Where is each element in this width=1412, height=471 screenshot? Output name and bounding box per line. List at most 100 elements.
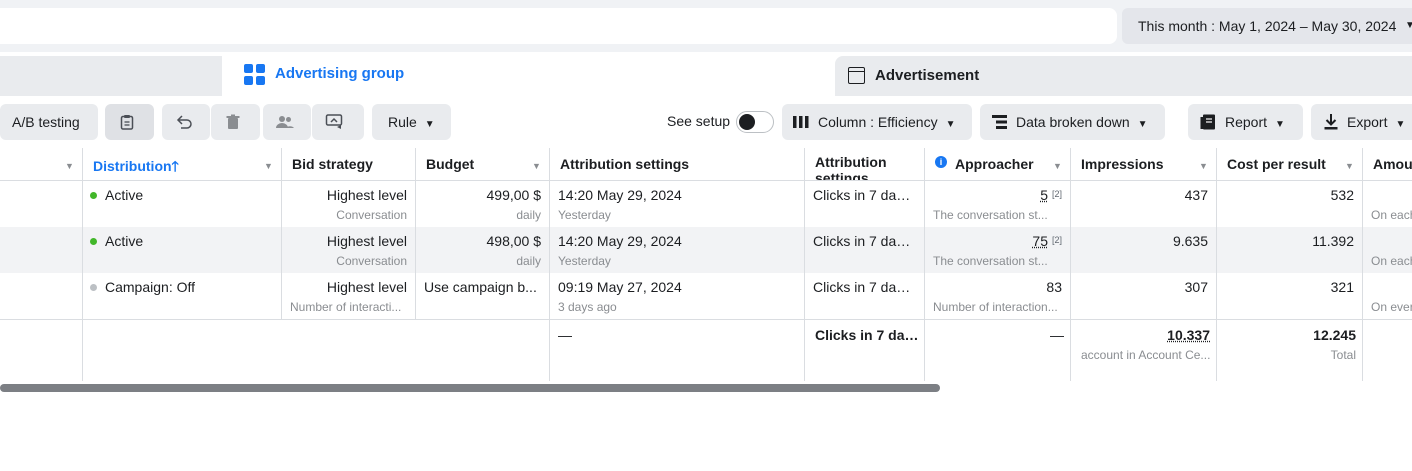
ab-testing-label: A/B testing	[12, 114, 80, 130]
sort-dropdown-icon: ▼	[1345, 161, 1354, 171]
column-header-amount[interactable]: Amour	[1363, 148, 1412, 181]
totals-impressions: 10.337	[1167, 327, 1210, 343]
budget-header-label: Budget	[426, 156, 475, 172]
attribution-2-cell: Clicks in 7 days...	[813, 187, 915, 203]
column-divider	[281, 148, 282, 319]
undo-button[interactable]	[162, 104, 210, 140]
caret-down-icon: ▼	[1275, 119, 1285, 130]
distribution-header-label: Distribution🡑	[93, 158, 179, 174]
column-divider	[415, 148, 416, 319]
sort-dropdown-icon: ▼	[1053, 161, 1062, 171]
clipboard-icon	[120, 104, 134, 144]
totals-attribution-2: Clicks in 7 day...	[815, 327, 919, 343]
approacher-cell: 83	[1046, 279, 1062, 295]
report-icon	[1200, 104, 1216, 144]
tab-label: Advertising group	[275, 65, 405, 82]
tab-advertisement[interactable]: Advertisement	[835, 56, 1412, 96]
report-button[interactable]: Report ▼	[1188, 104, 1303, 140]
caret-down-icon: ▼	[1137, 119, 1148, 130]
status-cell: Campaign: Off	[90, 279, 195, 295]
column-header-budget[interactable]: Budget ▼	[416, 148, 550, 181]
duplicate-button[interactable]	[105, 104, 154, 140]
attribution-cell: 14:20 May 29, 2024	[558, 233, 682, 249]
report-label: Report	[1225, 114, 1268, 130]
window-icon	[848, 67, 865, 84]
grid-icon	[244, 64, 266, 86]
date-range-button[interactable]: This month : May 1, 2024 – May 30, 2024 …	[1122, 8, 1412, 44]
column-header-name[interactable]: ▼	[0, 148, 83, 181]
totals-cost-sub: Total	[1330, 348, 1356, 362]
search-input[interactable]	[0, 8, 1117, 44]
totals-impressions-sub: account in Account Ce...	[1081, 348, 1211, 362]
amount-sub: On each	[1371, 208, 1412, 222]
attribution-2-cell: Clicks in 7 days...	[813, 279, 915, 295]
status-dot	[90, 238, 97, 245]
column-header-cost-per-result[interactable]: Cost per result ▼	[1217, 148, 1363, 181]
undo-icon	[175, 104, 193, 144]
see-setup-label: See setup	[667, 113, 731, 129]
budget-sub: daily	[516, 254, 541, 268]
top-bar: This month : May 1, 2024 – May 30, 2024 …	[0, 0, 1412, 52]
chevron-down-icon: ▼	[1405, 20, 1412, 31]
table-row[interactable]: Campaign: Off Highest level Number of in…	[0, 273, 1412, 319]
attribution-2-cell: Clicks in 7 days...	[813, 233, 915, 249]
sort-dropdown-icon: ▼	[65, 161, 74, 171]
rule-label: Rule	[388, 114, 417, 130]
totals-row: — Clicks in 7 day... — 10.337 account in…	[0, 320, 1412, 381]
column-header-attribution[interactable]: Attribution settings	[550, 148, 805, 181]
column-divider	[1216, 148, 1217, 381]
rule-button[interactable]: Rule ▼	[372, 104, 451, 140]
bid-strategy-cell: Highest level	[326, 187, 407, 203]
preview-button[interactable]	[312, 104, 364, 140]
column-divider	[82, 148, 83, 381]
see-setup-toggle[interactable]	[736, 111, 774, 133]
bid-strategy-sub: Conversation	[336, 254, 407, 268]
cost-per-result-cell: 532	[1330, 187, 1354, 203]
caret-down-icon: ▼	[945, 119, 956, 130]
status-dot	[90, 284, 97, 291]
column-header-approacher[interactable]: i Approacher ▼	[925, 148, 1071, 181]
cost-per-result-cell: 11.392	[1312, 233, 1354, 249]
bid-strategy-cell: Highest level	[326, 233, 407, 249]
column-divider	[1362, 148, 1363, 381]
tab-campaigns[interactable]	[0, 56, 222, 96]
people-icon	[275, 104, 295, 144]
column-divider	[804, 148, 805, 381]
toolbar: A/B testing Rule ▼ See setup Column : Eff…	[0, 98, 1412, 146]
attribution-cell: 14:20 May 29, 2024	[558, 187, 682, 203]
table-row[interactable]: Active Highest level Conversation 499,00…	[0, 181, 1412, 227]
attribution-cell: 09:19 May 27, 2024	[558, 279, 682, 295]
cost-per-result-cell: 321	[1330, 279, 1354, 295]
scrollbar-thumb[interactable]	[0, 384, 940, 392]
column-divider	[549, 148, 550, 381]
bid-strategy-cell: Highest level	[326, 279, 407, 295]
column-header-impressions[interactable]: Impressions ▼	[1071, 148, 1217, 181]
attribution-sub: 3 days ago	[558, 300, 617, 314]
column-header-attribution-2[interactable]: Attribution settings	[805, 148, 925, 181]
sort-dropdown-icon: ▼	[264, 161, 273, 171]
audience-button[interactable]	[263, 104, 311, 140]
totals-attribution: —	[558, 327, 572, 343]
approacher-sub: Number of interaction...	[933, 300, 1058, 314]
budget-cell: 498,00 $	[486, 233, 542, 249]
table-row[interactable]: Active Highest level Conversation 498,00…	[0, 227, 1412, 273]
totals-approacher: —	[1050, 327, 1064, 343]
impressions-cell: 307	[1184, 279, 1208, 295]
column-button[interactable]: Column : Efficiency ▼	[782, 104, 972, 140]
status-cell: Active	[90, 233, 143, 249]
sort-dropdown-icon: ▼	[1199, 161, 1208, 171]
ab-testing-button[interactable]: A/B testing	[0, 104, 98, 140]
delete-button[interactable]	[211, 104, 260, 140]
approacher-cell: 5 [2]	[1040, 187, 1062, 203]
export-button[interactable]: Export ▼	[1311, 104, 1412, 140]
amount-sub: On ever	[1371, 300, 1412, 314]
info-icon[interactable]: i	[935, 156, 947, 168]
cost-per-result-header-label: Cost per result	[1227, 156, 1326, 172]
column-header-bid-strategy[interactable]: Bid strategy	[282, 148, 416, 181]
impressions-cell: 9.635	[1172, 233, 1208, 249]
approacher-cell: 75 [2]	[1032, 233, 1062, 249]
tab-advertising-group[interactable]: Advertising group	[231, 52, 827, 98]
column-header-distribution[interactable]: Distribution🡑 ▼	[83, 148, 282, 181]
breakdown-button[interactable]: Data broken down ▼	[980, 104, 1165, 140]
approacher-sub: The conversation st...	[933, 254, 1048, 268]
